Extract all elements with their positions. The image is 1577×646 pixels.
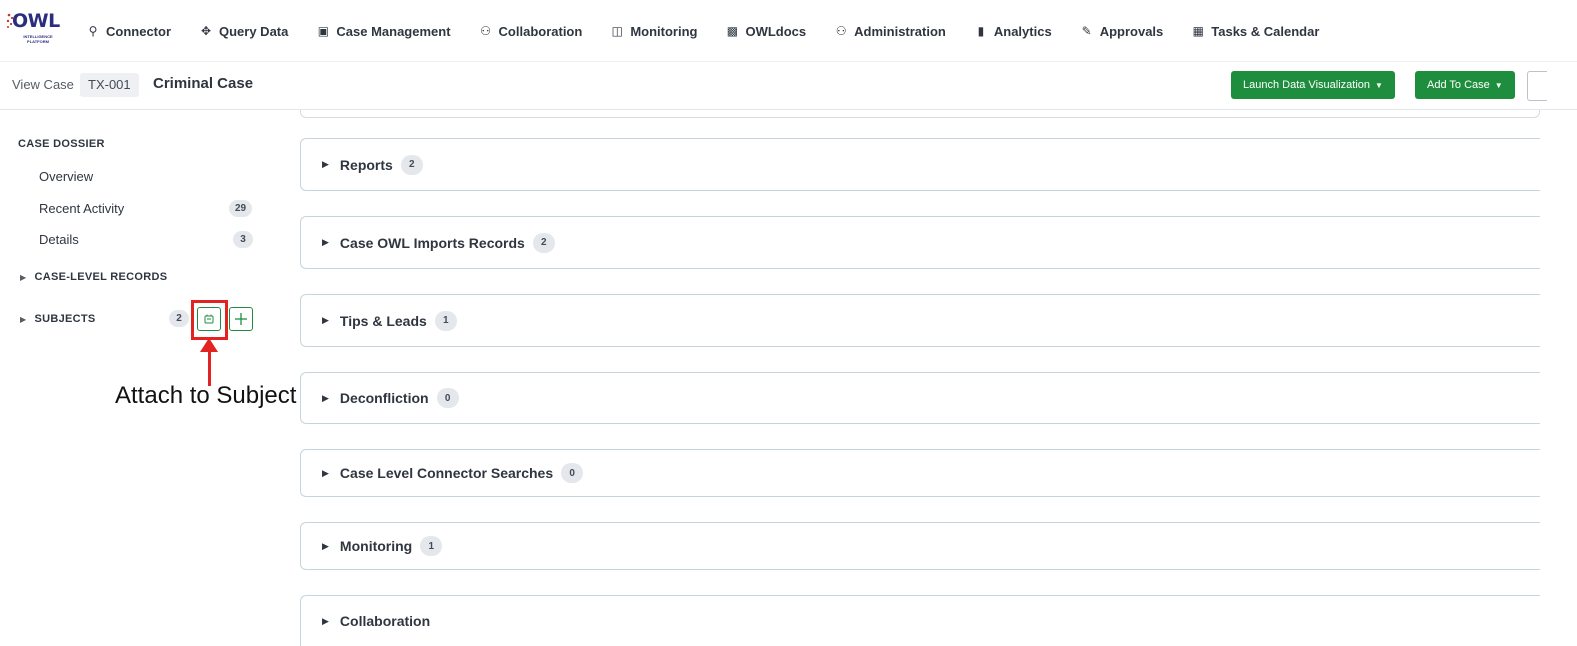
nav-tasks-calendar-label: Tasks & Calendar bbox=[1211, 23, 1320, 39]
sidebar-case-level-records[interactable]: ▶ CASE-LEVEL RECORDS bbox=[20, 271, 167, 283]
panel-title: Monitoring bbox=[339, 538, 413, 554]
monitor-icon: ◫ bbox=[611, 24, 623, 38]
nav-approvals[interactable]: ✎ Approvals bbox=[1080, 24, 1164, 39]
nav-analytics[interactable]: ▮ Analytics bbox=[974, 24, 1052, 39]
nav-connector-label: Connector bbox=[106, 23, 171, 39]
panel-title: Collaboration bbox=[339, 613, 431, 629]
sidebar-subjects[interactable]: ▶ SUBJECTS bbox=[20, 313, 96, 325]
admin-users-icon: ⚇ bbox=[835, 24, 847, 38]
overflow-button[interactable] bbox=[1527, 71, 1547, 101]
case-id-badge: TX-001 bbox=[80, 73, 139, 97]
nav-connector[interactable]: ⚲ Connector bbox=[86, 24, 171, 39]
expand-triangle-icon: ▶ bbox=[322, 615, 329, 626]
caret-down-icon: ▼ bbox=[1375, 80, 1383, 90]
annotation-arrow-shaft bbox=[208, 346, 211, 386]
case-level-records-label: CASE-LEVEL RECORDS bbox=[34, 271, 168, 283]
file-icon: ▮ bbox=[977, 24, 985, 38]
expand-triangle-icon: ▶ bbox=[20, 272, 27, 282]
add-subject-button[interactable] bbox=[229, 307, 253, 331]
plus-icon bbox=[235, 313, 247, 325]
expand-triangle-icon: ▶ bbox=[322, 540, 329, 551]
details-count: 3 bbox=[233, 231, 253, 248]
sidebar-item-details[interactable]: Details bbox=[39, 232, 79, 247]
panel-reports[interactable]: ▶ Reports 2 bbox=[300, 138, 1540, 191]
search-icon: ⚲ bbox=[88, 24, 98, 38]
nav-administration-label: Administration bbox=[854, 23, 946, 39]
nav-collaboration-label: Collaboration bbox=[498, 23, 583, 39]
logo-tagline: INTELLIGENCE PLATFORM bbox=[23, 34, 53, 44]
panel-deconfliction[interactable]: ▶ Deconfliction 0 bbox=[300, 372, 1540, 424]
case-title: Criminal Case bbox=[153, 75, 254, 92]
nav-owldocs[interactable]: ▩ OWLdocs bbox=[725, 24, 806, 39]
expand-triangle-icon: ▶ bbox=[322, 159, 329, 169]
annotation-highlight-box bbox=[191, 300, 228, 340]
nav-analytics-label: Analytics bbox=[993, 23, 1052, 39]
nav-case-management-label: Case Management bbox=[336, 23, 451, 39]
panel-case-owl-imports-records[interactable]: ▶ Case OWL Imports Records 2 bbox=[300, 216, 1540, 269]
case-dossier-heading: CASE DOSSIER bbox=[18, 138, 105, 150]
nav-administration[interactable]: ⚇ Administration bbox=[834, 24, 946, 39]
panel-title: Case OWL Imports Records bbox=[339, 234, 525, 251]
panel-top-edge bbox=[300, 110, 1540, 118]
nav-query-data[interactable]: ✥ Query Data bbox=[199, 24, 288, 39]
panel-case-level-connector-searches[interactable]: ▶ Case Level Connector Searches 0 bbox=[300, 449, 1540, 497]
owl-logo[interactable]: OWL INTELLIGENCE PLATFORM bbox=[6, 10, 62, 50]
expand-triangle-icon: ▶ bbox=[322, 237, 329, 247]
nav-collaboration[interactable]: ⚇ Collaboration bbox=[479, 23, 583, 39]
panel-collaboration[interactable]: ▶ Collaboration bbox=[300, 595, 1540, 646]
panel-count: 0 bbox=[561, 463, 584, 483]
sidebar-item-overview[interactable]: Overview bbox=[39, 169, 93, 184]
launch-data-visualization-button[interactable]: Launch Data Visualization ▼ bbox=[1231, 71, 1395, 99]
view-case-label: View Case bbox=[12, 77, 74, 92]
sidebar-item-recent-activity[interactable]: Recent Activity bbox=[39, 201, 124, 216]
approval-icon: ✎ bbox=[1081, 24, 1092, 38]
recent-activity-count: 29 bbox=[229, 200, 253, 217]
panel-count: 1 bbox=[434, 310, 457, 331]
panel-tips-leads[interactable]: ▶ Tips & Leads 1 bbox=[300, 294, 1540, 347]
panel-title: Tips & Leads bbox=[339, 312, 427, 329]
panel-count: 1 bbox=[420, 536, 443, 556]
subjects-label: SUBJECTS bbox=[34, 313, 96, 325]
panel-count: 2 bbox=[400, 154, 423, 175]
panel-title: Deconfliction bbox=[339, 390, 429, 406]
launch-data-visualization-label: Launch Data Visualization bbox=[1243, 79, 1370, 91]
logo-text: OWL bbox=[12, 10, 60, 32]
nav-case-management[interactable]: ▣ Case Management bbox=[316, 23, 451, 39]
panel-monitoring[interactable]: ▶ Monitoring 1 bbox=[300, 522, 1540, 570]
nav-owldocs-label: OWLdocs bbox=[745, 23, 807, 39]
add-to-case-label: Add To Case bbox=[1427, 79, 1490, 91]
expand-triangle-icon: ▶ bbox=[322, 392, 329, 403]
briefcase-icon: ▣ bbox=[317, 24, 330, 38]
panel-title: Reports bbox=[339, 156, 393, 173]
nav-tasks-calendar[interactable]: ▦ Tasks & Calendar bbox=[1191, 23, 1320, 39]
add-to-case-button[interactable]: Add To Case ▼ bbox=[1415, 71, 1515, 99]
expand-triangle-icon: ▶ bbox=[322, 315, 329, 325]
caret-down-icon: ▼ bbox=[1494, 80, 1503, 90]
case-header: View Case TX-001 Criminal Case Launch Da… bbox=[0, 62, 1577, 110]
panel-count: 2 bbox=[532, 232, 555, 253]
panel-title: Case Level Connector Searches bbox=[339, 465, 554, 481]
nav-query-data-label: Query Data bbox=[219, 23, 289, 39]
users-icon: ⚇ bbox=[480, 24, 491, 38]
document-icon: ▩ bbox=[726, 24, 739, 38]
panel-count: 0 bbox=[436, 388, 459, 408]
nav-monitoring[interactable]: ◫ Monitoring bbox=[610, 23, 698, 39]
expand-triangle-icon: ▶ bbox=[20, 314, 27, 324]
nav-monitoring-label: Monitoring bbox=[630, 23, 698, 39]
nav-approvals-label: Approvals bbox=[1099, 23, 1164, 39]
subjects-count: 2 bbox=[169, 310, 189, 327]
move-icon: ✥ bbox=[200, 24, 212, 38]
expand-triangle-icon: ▶ bbox=[322, 467, 329, 478]
annotation-label: Attach to Subject bbox=[115, 382, 297, 409]
calendar-icon: ▦ bbox=[1192, 24, 1204, 38]
top-navigation-bar: OWL INTELLIGENCE PLATFORM ⚲ Connector ✥ … bbox=[0, 0, 1577, 62]
